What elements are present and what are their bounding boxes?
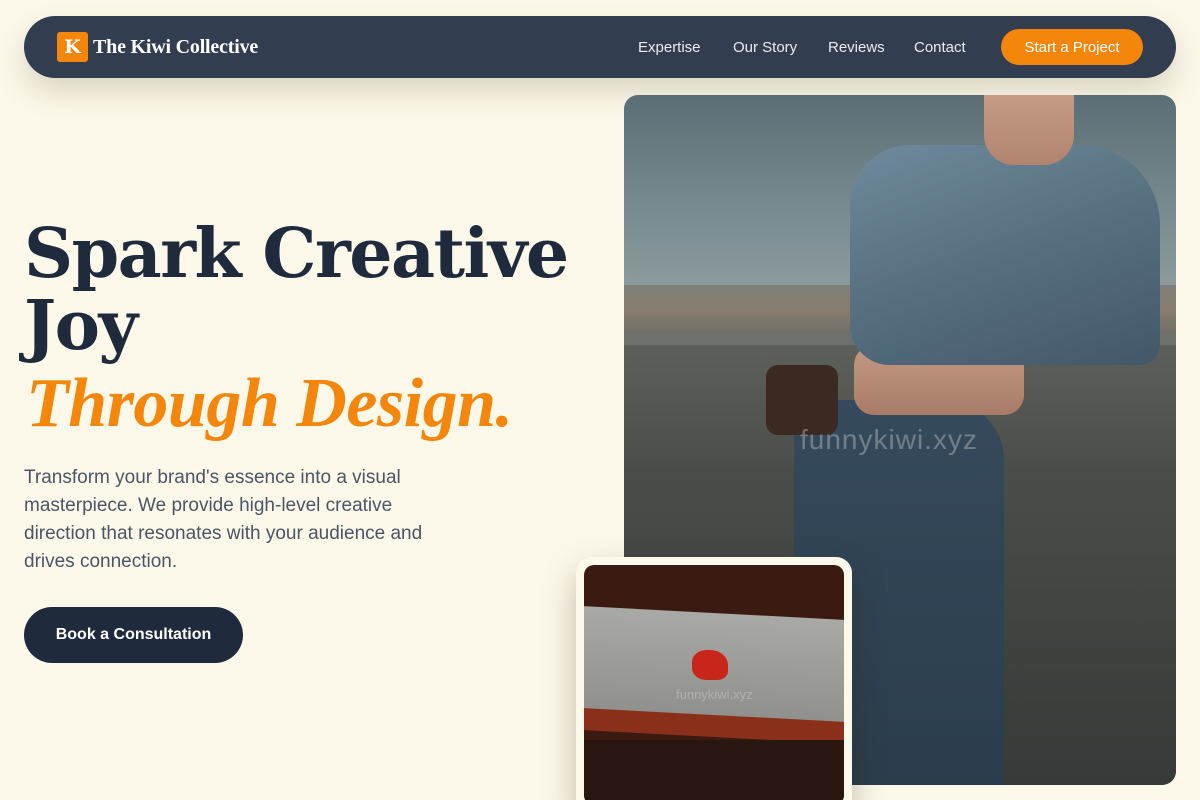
brand-name: The Kiwi Collective (93, 35, 259, 58)
hero-photo-watermark: funnykiwi.xyz (800, 424, 978, 455)
hero-title-line1: Spark Creative (24, 214, 569, 294)
photo-denim-jacket (850, 145, 1160, 365)
nav-link-expertise[interactable]: Expertise (638, 39, 701, 56)
nav-link-contact[interactable]: Contact (914, 39, 966, 56)
hero-title-line2: Joy (24, 286, 138, 366)
secondary-photo-card: funnykiwi.xyz (576, 557, 852, 800)
secondary-photo: funnykiwi.xyz (584, 565, 844, 800)
secondary-photo-watermark: funnykiwi.xyz (676, 687, 753, 702)
photo-neck (984, 95, 1074, 165)
hero-title: Spark Creative Joy (24, 218, 584, 362)
brand-logo[interactable]: K The Kiwi Collective (57, 32, 258, 62)
photo-shadow (584, 740, 844, 800)
hero-description: Transform your brand's essence into a vi… (24, 467, 423, 572)
nav-link-reviews[interactable]: Reviews (828, 39, 885, 56)
start-project-button[interactable]: Start a Project (1001, 29, 1143, 65)
book-consultation-button[interactable]: Book a Consultation (24, 607, 243, 663)
photo-red-figure (692, 650, 728, 680)
top-navbar: K The Kiwi Collective Expertise Our Stor… (24, 16, 1176, 78)
nav-link-our-story[interactable]: Our Story (733, 39, 797, 56)
logo-mark-icon: K (57, 32, 88, 62)
hero-title-accent: Through Design. (26, 365, 513, 442)
